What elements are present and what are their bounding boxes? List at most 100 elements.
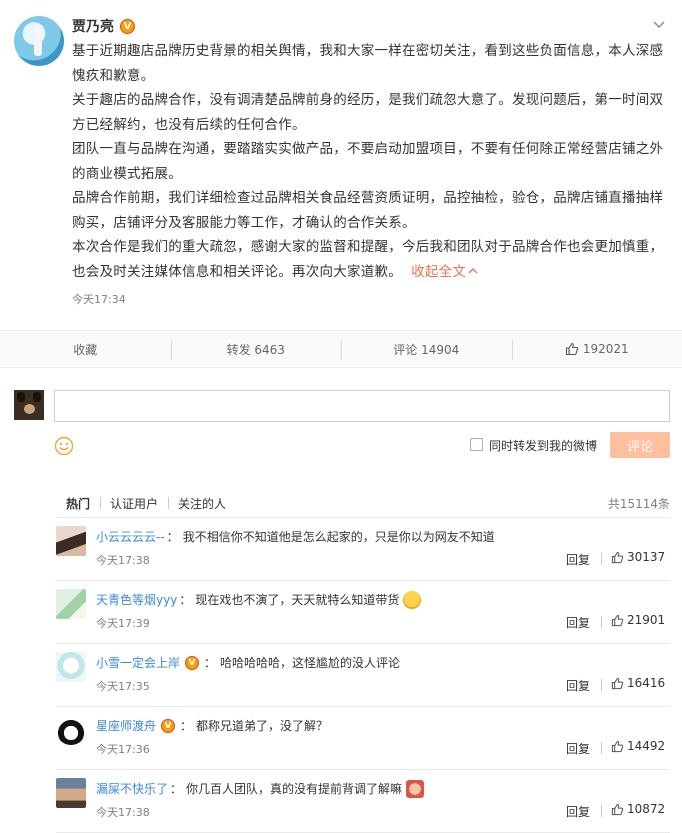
like-count: 192021: [583, 342, 629, 356]
comment-label: 评论 14904: [393, 341, 459, 358]
commenter-name[interactable]: 小雪一定会上岸: [96, 654, 180, 672]
comment-like-button[interactable]: 16416: [611, 676, 665, 690]
comment-line: 漏屎不快乐了 ： 你几百人团队，真的没有提前背调了解嘛: [96, 780, 424, 798]
comment-time: 今天17:35: [96, 678, 150, 694]
collapse-link[interactable]: 收起全文: [411, 264, 478, 280]
filter-verified[interactable]: 认证用户: [100, 495, 168, 512]
thumbs-up-icon: [611, 551, 624, 564]
colon-separator: ：: [180, 717, 192, 735]
reply-button[interactable]: 回复: [566, 803, 590, 820]
verified-badge-icon: V: [161, 719, 175, 733]
commenter-name[interactable]: 小云云云云--: [96, 528, 165, 546]
comment-like-button[interactable]: 30137: [611, 550, 665, 564]
comment-like-count: 21901: [627, 613, 665, 627]
comment-text: 我不相信你不知道他是怎么起家的，只是你以为网友不知道: [183, 528, 495, 546]
comment-like-button[interactable]: 10872: [611, 802, 665, 816]
emoji-icon[interactable]: [54, 436, 74, 456]
commenter-name[interactable]: 星座师渡舟: [96, 717, 156, 735]
comment-text: 都称兄道弟了，没了解？: [196, 717, 328, 735]
divider: [601, 553, 602, 565]
reply-button[interactable]: 回复: [566, 614, 590, 631]
comment-item: 漏屎不快乐了 ： 你几百人团队，真的没有提前背调了解嘛 今天17:38 回复 1…: [56, 770, 670, 833]
thumbs-up-icon: [565, 342, 579, 356]
chevron-up-icon: [468, 266, 478, 276]
verified-badge-icon: V: [185, 656, 199, 670]
comment-item: 星座师渡舟 V ： 都称兄道弟了，没了解？ 今天17:36 回复 14492: [56, 707, 670, 770]
comment-like-button[interactable]: 14492: [611, 739, 665, 753]
comment-button[interactable]: 评论 14904: [341, 331, 512, 367]
repost-button[interactable]: 转发 6463: [171, 331, 342, 367]
commenter-avatar[interactable]: [56, 715, 86, 745]
comment-filters: 热门 认证用户 关注的人 共15114条: [56, 490, 670, 518]
divider: [601, 679, 602, 691]
comment-time: 今天17:38: [96, 552, 150, 568]
post-paragraph: 团队一直与品牌在沟通，要踏踏实实做产品，不要启动加盟项目，不要有任何除正常经营店…: [72, 137, 668, 186]
comment-total: 共15114条: [608, 495, 670, 512]
author-name[interactable]: 贾乃亮: [72, 16, 114, 36]
verified-badge-icon: V: [120, 19, 135, 34]
post-paragraph: 品牌合作前期，我们详细检查过品牌相关食品经营资质证明，品控抽检，验仓，品牌店铺直…: [72, 186, 668, 235]
reply-button[interactable]: 回复: [566, 551, 590, 568]
collapse-link-label: 收起全文: [411, 264, 466, 280]
crying-emoji-icon: [403, 591, 421, 609]
comment-like-button[interactable]: 21901: [611, 613, 665, 627]
sticker-emoji-icon: [406, 780, 424, 798]
colon-separator: ：: [179, 591, 191, 609]
favorite-label: 收藏: [73, 341, 97, 358]
comment-item: 天青色等烟yyy ： 现在戏也不演了，天天就特么知道带货 今天17:39 回复 …: [56, 581, 670, 644]
filter-following[interactable]: 关注的人: [168, 495, 236, 512]
comment-time: 今天17:36: [96, 741, 150, 757]
divider: [601, 805, 602, 817]
divider: [601, 616, 602, 628]
post-timestamp[interactable]: 今天17:34: [72, 291, 126, 307]
current-user-avatar[interactable]: [14, 390, 44, 420]
like-button[interactable]: 192021: [512, 331, 682, 367]
submit-comment-button[interactable]: 评论: [610, 432, 670, 458]
comment-like-count: 16416: [627, 676, 665, 690]
comment-line: 星座师渡舟 V ： 都称兄道弟了，没了解？: [96, 717, 328, 735]
commenter-avatar[interactable]: [56, 589, 86, 619]
post-content: 基于近期趣店品牌历史背景的相关舆情，我和大家一样在密切关注，看到这些负面信息，本…: [72, 39, 668, 284]
comment-item: 小云云云云-- ： 我不相信你不知道他是怎么起家的，只是你以为网友不知道 今天1…: [56, 518, 670, 581]
thumbs-up-icon: [611, 677, 624, 690]
comment-text: 现在戏也不演了，天天就特么知道带货: [195, 591, 399, 609]
forward-label[interactable]: 同时转发到我的微博: [489, 437, 597, 454]
comment-item: 小雪一定会上岸 V ： 哈哈哈哈哈，这怪尴尬的没人评论 今天17:35 回复 1…: [56, 644, 670, 707]
filter-hot[interactable]: 热门: [56, 495, 100, 512]
comment-time: 今天17:39: [96, 615, 150, 631]
comment-like-count: 30137: [627, 550, 665, 564]
post-paragraph: 关于趣店的品牌合作，没有调清楚品牌前身的经历，是我们疏忽大意了。发现问题后，第一…: [72, 88, 668, 137]
post-paragraph-last: 本次合作是我们的重大疏忽，感谢大家的监督和提醒，今后我和团队对于品牌合作也会更加…: [72, 235, 668, 284]
commenter-name[interactable]: 漏屎不快乐了: [96, 780, 168, 798]
comment-input[interactable]: [54, 390, 670, 422]
comment-line: 小云云云云-- ： 我不相信你不知道他是怎么起家的，只是你以为网友不知道: [96, 528, 495, 546]
commenter-avatar[interactable]: [56, 778, 86, 808]
favorite-button[interactable]: 收藏: [0, 331, 171, 367]
author-avatar[interactable]: [14, 16, 64, 66]
commenter-name[interactable]: 天青色等烟yyy: [96, 591, 177, 609]
author-row: 贾乃亮 V: [72, 16, 135, 36]
comment-like-count: 14492: [627, 739, 665, 753]
comment-time: 今天17:38: [96, 804, 150, 820]
reply-button[interactable]: 回复: [566, 740, 590, 757]
comment-text: 哈哈哈哈哈，这怪尴尬的没人评论: [220, 654, 400, 672]
post-paragraph: 基于近期趣店品牌历史背景的相关舆情，我和大家一样在密切关注，看到这些负面信息，本…: [72, 39, 668, 88]
weibo-post: 贾乃亮 V 基于近期趣店品牌历史背景的相关舆情，我和大家一样在密切关注，看到这些…: [0, 0, 682, 330]
colon-separator: ：: [167, 528, 179, 546]
post-paragraph: 本次合作是我们的重大疏忽，感谢大家的监督和提醒，今后我和团队对于品牌合作也会更加…: [72, 239, 663, 280]
colon-separator: ：: [170, 780, 182, 798]
comment-text: 你几百人团队，真的没有提前背调了解嘛: [186, 780, 402, 798]
thumbs-up-icon: [611, 614, 624, 627]
comment-line: 小雪一定会上岸 V ： 哈哈哈哈哈，这怪尴尬的没人评论: [96, 654, 400, 672]
thumbs-up-icon: [611, 740, 624, 753]
commenter-avatar[interactable]: [56, 652, 86, 682]
commenter-avatar[interactable]: [56, 526, 86, 556]
forward-checkbox[interactable]: [470, 438, 483, 451]
comment-like-count: 10872: [627, 802, 665, 816]
comment-line: 天青色等烟yyy ： 现在戏也不演了，天天就特么知道带货: [96, 591, 421, 609]
colon-separator: ：: [204, 654, 216, 672]
chevron-down-icon[interactable]: [652, 18, 666, 32]
comment-section: 同时转发到我的微博 评论 热门 认证用户 关注的人 共15114条 小云云云云-…: [0, 368, 682, 832]
reply-button[interactable]: 回复: [566, 677, 590, 694]
divider: [601, 742, 602, 754]
